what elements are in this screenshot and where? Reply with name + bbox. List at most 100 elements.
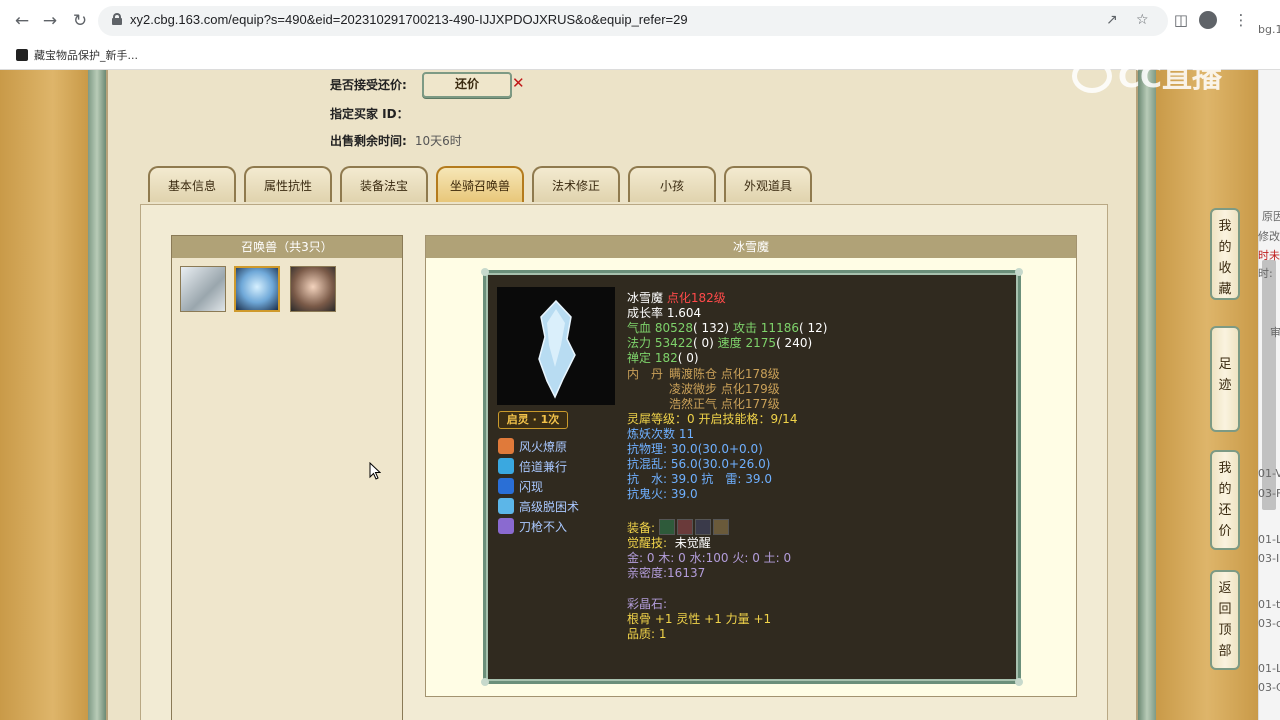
pet-thumb-ice-demon[interactable] [234, 266, 280, 312]
lock-icon [112, 13, 122, 25]
history-button[interactable]: 足迹 [1210, 326, 1240, 432]
skill-item[interactable]: 风火燎原 [498, 438, 567, 455]
left-border-decoration [0, 70, 88, 720]
side-nav-char: 我 [1218, 461, 1232, 476]
adjacent-window-text: 时: [1258, 267, 1273, 280]
resist-chaos: 抗混乱: 56.0(30.0+26.0) [627, 457, 771, 471]
side-nav-char: 迹 [1218, 378, 1232, 393]
pet-name: 冰雪魔 [627, 291, 664, 305]
main-container: 是否接受还价: 还价 ✕ 指定买家 ID： 出售剩余时间: 10天6时 基本信息 … [106, 70, 1138, 720]
resist-water-thunder: 抗 水: 39.0 抗 雷: 39.0 [627, 472, 772, 486]
equip-slot-icon[interactable] [658, 519, 675, 535]
pet-thumb-bear[interactable] [180, 266, 226, 312]
bookmark-item[interactable]: 藏宝物品保护_新手... [16, 47, 138, 63]
tab-children[interactable]: 小孩 [628, 166, 716, 202]
skill-item[interactable]: 高级脱困术 [498, 498, 579, 515]
side-nav-char: 价 [1218, 524, 1232, 539]
side-nav-char: 足 [1218, 357, 1232, 372]
equip-slot-icon[interactable] [676, 519, 693, 535]
forward-icon[interactable]: → [38, 9, 62, 33]
skill-item[interactable]: 闪现 [498, 478, 543, 495]
adjacent-window-text: 03-F [1258, 487, 1280, 500]
atk-extra: ( 12) [798, 321, 828, 335]
crystal-label: 彩晶石: [627, 597, 668, 611]
shield-skill-icon [498, 518, 514, 534]
inner-dan-1: 瞒渡陈仓 点化178级 [669, 367, 780, 381]
equip-row: 装备: [627, 519, 731, 536]
adjacent-window-text: 01-t [1258, 598, 1280, 611]
skill-item[interactable]: 倍道兼行 [498, 458, 567, 475]
pet-thumb-maiden[interactable] [290, 266, 336, 312]
side-nav-char: 我 [1218, 219, 1232, 234]
remaining-time-row: 出售剩余时间: 10天6时 [330, 132, 462, 149]
crystal-value: 根骨 +1 灵性 +1 力量 +1 [627, 612, 772, 626]
accept-haggle-label: 是否接受还价: [330, 78, 407, 92]
left-border-pillar [88, 70, 106, 720]
address-bar[interactable]: xy2.cbg.163.com/equip?s=490&eid=20231029… [98, 6, 1168, 36]
tab-equipment[interactable]: 装备法宝 [340, 166, 428, 202]
skill-label: 刀枪不入 [519, 520, 568, 534]
hp-value: 80528 [654, 321, 694, 335]
sidebar-icon[interactable]: ◫ [1170, 9, 1192, 31]
star-icon[interactable]: ☆ [1136, 12, 1149, 28]
speed-skill-icon [498, 458, 514, 474]
equip-label: 装备: [627, 521, 656, 535]
menu-icon[interactable]: ⋮ [1230, 9, 1252, 31]
skill-item[interactable]: 刀枪不入 [498, 518, 567, 535]
mp-spd-row: 法力 53422( 0) 速度 2175( 240) [627, 336, 812, 351]
pet-level: 点化182级 [666, 291, 726, 305]
equip-slot-icon[interactable] [712, 519, 729, 535]
card-corner [1015, 678, 1023, 686]
spd-label: 速度 [717, 336, 742, 350]
soul-label: 灵犀等级： [627, 412, 688, 426]
side-nav-char: 回 [1218, 602, 1232, 617]
side-nav-char: 返 [1218, 581, 1232, 596]
side-nav-char: 的 [1218, 240, 1232, 255]
mp-label: 法力 [627, 336, 652, 350]
right-border-decoration [1156, 70, 1258, 720]
mp-extra: ( 0) [693, 336, 714, 350]
share-icon[interactable]: ↗ [1106, 12, 1118, 28]
adjacent-window-text: 03-C [1258, 681, 1280, 694]
my-haggles-button[interactable]: 我的还价 [1210, 450, 1240, 550]
side-nav-char: 还 [1218, 503, 1232, 518]
card-corner [481, 268, 489, 276]
fire-skill-icon [498, 438, 514, 454]
watermark-logo-icon [1072, 59, 1112, 93]
profile-icon[interactable] [1199, 11, 1217, 29]
side-nav-char: 顶 [1218, 623, 1232, 638]
tab-attributes[interactable]: 属性抗性 [244, 166, 332, 202]
skill-label: 闪现 [519, 480, 544, 494]
bookmark-label: 藏宝物品保护_新手... [34, 49, 138, 62]
bookmark-favicon-icon [16, 49, 28, 61]
adjacent-window-text: bg.1 [1258, 23, 1280, 36]
skill-slot-label: 开启技能格： [698, 412, 771, 426]
tab-pets[interactable]: 坐骑召唤兽 [436, 166, 524, 202]
growth-rate: 成长率 1.604 [627, 306, 702, 320]
back-to-top-button[interactable]: 返回顶部 [1210, 570, 1240, 670]
right-border-pillar [1138, 70, 1156, 720]
back-icon[interactable]: ← [10, 9, 34, 33]
haggle-button[interactable]: 还价 [422, 72, 512, 98]
adjacent-window-text: 01-L [1258, 662, 1280, 675]
inner-dan-label: 内 丹 [627, 367, 664, 381]
tab-spell-correction[interactable]: 法术修正 [532, 166, 620, 202]
pet-portrait [497, 287, 615, 405]
close-icon: ✕ [512, 74, 525, 92]
refine-count: 炼妖次数 11 [627, 427, 695, 441]
reload-icon[interactable]: ↻ [68, 9, 92, 33]
my-favorites-button[interactable]: 我的收藏 [1210, 208, 1240, 300]
equip-slot-icon[interactable] [694, 519, 711, 535]
awaken-value: 未觉醒 [674, 536, 711, 550]
tab-appearance[interactable]: 外观道具 [724, 166, 812, 202]
quality: 品质: 1 [627, 627, 667, 641]
awaken-row: 觉醒技: 未觉醒 [627, 536, 711, 551]
zen-label: 禅定 [627, 351, 652, 365]
spd-extra: ( 240) [776, 336, 813, 350]
hp-label: 气血 [627, 321, 652, 335]
tab-basic-info[interactable]: 基本信息 [148, 166, 236, 202]
side-nav-char: 部 [1218, 644, 1232, 659]
skill-slot-value: 9/14 [770, 412, 798, 426]
mouse-cursor-icon [369, 462, 381, 480]
awaken-badge: 启灵 · 1次 [498, 411, 568, 429]
